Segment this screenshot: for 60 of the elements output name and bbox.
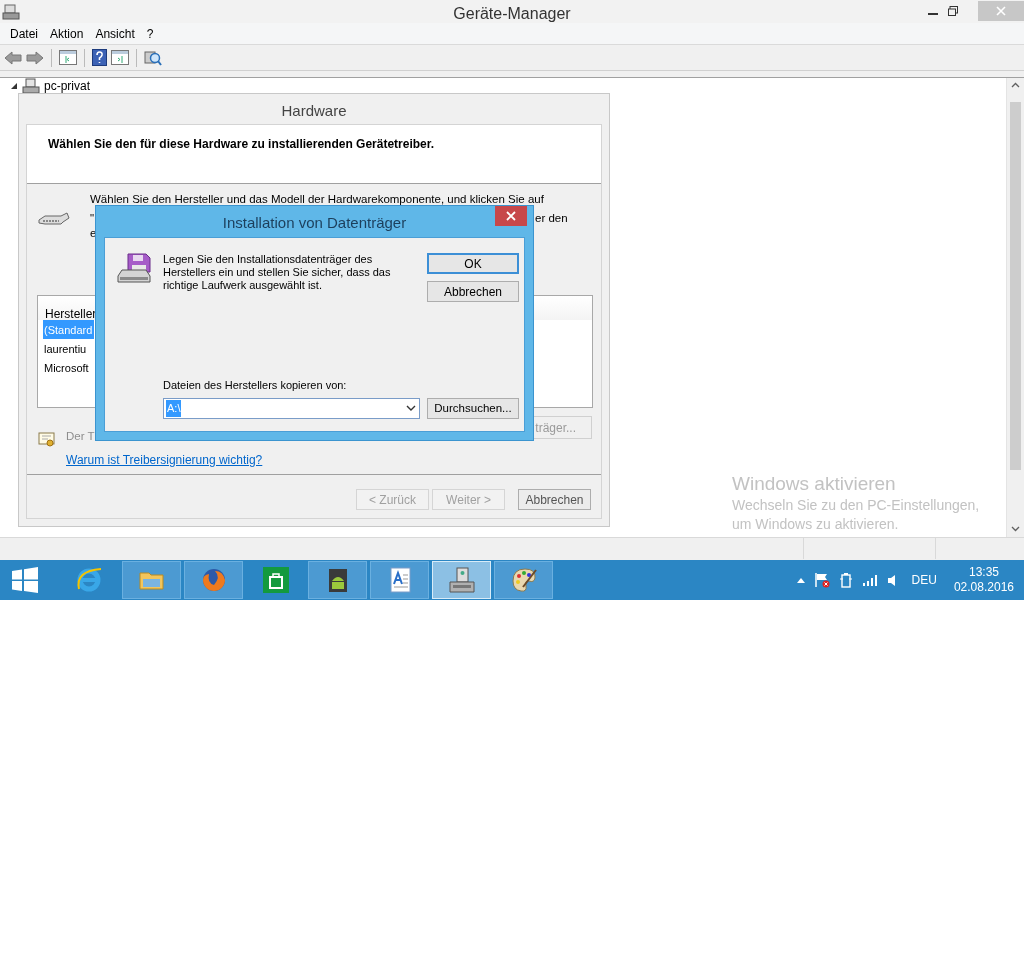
window-title: Geräte-Manager xyxy=(452,4,572,24)
description-text: Wählen Sie den Hersteller und das Modell der Hardwarekomponente, und klicken Sie auf xyxy=(90,193,544,205)
scan-hardware-icon[interactable] xyxy=(144,49,162,66)
device-icon xyxy=(446,565,477,595)
start-icon[interactable] xyxy=(11,567,39,593)
certificate-icon xyxy=(38,431,56,449)
signing-text: Der T xyxy=(66,429,95,444)
description-text: " xyxy=(90,211,95,226)
taskbar-button[interactable] xyxy=(308,561,367,599)
list-item[interactable]: Microsoft xyxy=(43,358,94,377)
close-button[interactable] xyxy=(495,206,527,226)
close-icon xyxy=(996,5,1006,16)
column-header[interactable]: Hersteller xyxy=(45,307,97,321)
menu-item[interactable]: ? xyxy=(140,24,160,43)
minimize-icon xyxy=(928,12,938,15)
language-indicator[interactable]: DEU xyxy=(911,571,937,589)
dropdown-icon[interactable] xyxy=(406,405,416,412)
scroll-up-icon[interactable] xyxy=(1011,82,1020,88)
show-hidden-icons-icon[interactable] xyxy=(796,577,805,583)
restore-icon xyxy=(948,5,958,16)
activation-message: Wechseln Sie zu den PC-Einstellungen, um Windows zu aktivieren. xyxy=(732,496,981,534)
clock[interactable]: 13:35 02.08.2016 xyxy=(953,565,1014,595)
wizard-button[interactable]: Abbrechen xyxy=(518,489,591,510)
description-text: er den xyxy=(535,211,568,226)
help-link[interactable]: Warum ist Treibersignierung wichtig? xyxy=(66,451,263,469)
action-pane-icon[interactable] xyxy=(111,50,129,65)
help-icon[interactable] xyxy=(92,49,107,66)
wizard-title: Hardware xyxy=(280,101,348,121)
expand-arrow-icon[interactable] xyxy=(10,82,18,90)
menu-item[interactable]: Datei xyxy=(4,24,44,43)
signal-icon[interactable] xyxy=(861,574,878,586)
taskbar-button[interactable] xyxy=(184,561,243,599)
dialog-button[interactable]: OK xyxy=(427,253,519,274)
shopping-bag-icon xyxy=(260,565,291,595)
menu-item[interactable]: Ansicht xyxy=(89,24,141,43)
tree-item[interactable]: pc-privat xyxy=(44,79,90,93)
taskbar-button[interactable] xyxy=(370,561,429,599)
forward-arrow-icon[interactable] xyxy=(26,50,44,65)
disk-drive-icon xyxy=(116,252,152,286)
dialog-message: Legen Sie den Installationsdatenträger des Herstellers ein und stellen Sie sicher, dass das richtige Laufwerk ausgewählt ist. xyxy=(163,253,392,292)
speaker-icon[interactable] xyxy=(886,573,897,587)
scroll-thumb[interactable] xyxy=(1010,102,1021,470)
clock-date: 02.08.2016 xyxy=(953,580,1014,595)
header-text: Wählen Sie den für diese Hardware zu installierenden Gerätetreiber. xyxy=(48,136,436,153)
close-icon xyxy=(506,211,516,221)
action-center-icon[interactable] xyxy=(813,572,830,588)
dialog-title: Installation von Datenträger xyxy=(221,213,408,233)
scroll-down-icon[interactable] xyxy=(1011,526,1020,532)
list-item[interactable]: laurentiu xyxy=(43,339,94,358)
taskbar-button[interactable] xyxy=(494,561,553,599)
menu-item[interactable]: Aktion xyxy=(44,24,90,43)
dialog-button[interactable]: Abbrechen xyxy=(427,281,519,302)
battery-icon[interactable] xyxy=(838,572,853,588)
browse-button[interactable]: Durchsuchen... xyxy=(427,398,519,419)
activation-title: Windows aktivieren xyxy=(732,472,897,496)
clock-time: 13:35 xyxy=(968,565,999,580)
computer-icon xyxy=(2,3,20,20)
console-tree-icon[interactable] xyxy=(59,50,77,65)
back-arrow-icon[interactable] xyxy=(4,50,22,65)
field-label: Dateien des Herstellers kopieren von: xyxy=(163,378,347,393)
